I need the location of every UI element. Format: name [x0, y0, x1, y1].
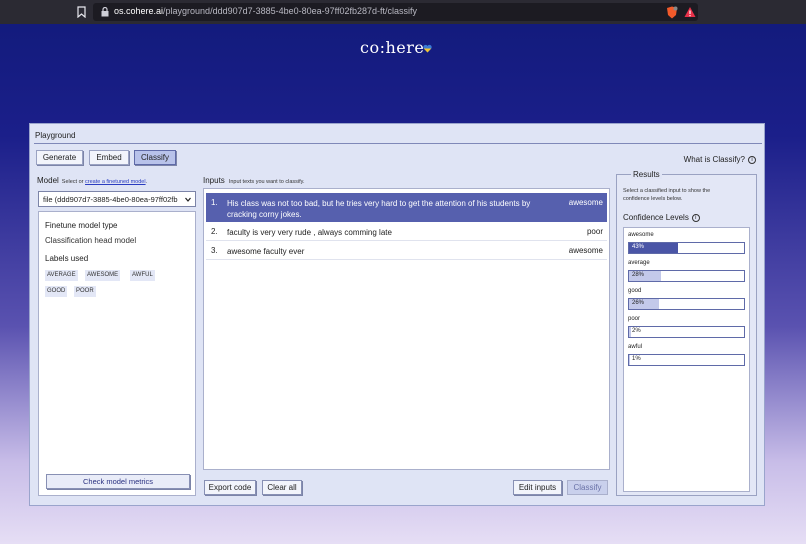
model-label: Model [37, 176, 59, 185]
model-hint: Select or create a finetuned model. [61, 179, 148, 185]
lock-icon [101, 7, 109, 17]
results-panel: Results Select a classified input to sho… [616, 170, 757, 496]
divider [34, 143, 762, 144]
labels-used-title: Labels used [45, 254, 89, 263]
info-icon[interactable]: i [691, 213, 700, 222]
confidence-levels-label: Confidence Levels [623, 213, 689, 222]
label-chip-average: AVERAGE [45, 270, 78, 281]
export-code-button[interactable]: Export code [204, 480, 256, 495]
confidence-bar-awful: 1% [628, 354, 745, 366]
row-text: His class was not too bad, but he tries … [227, 199, 531, 219]
confidence-list: awesome 43% average 28% good 26% poor 2% awful 1% [623, 227, 750, 492]
results-hint: Select a classified input to show the co… [623, 188, 711, 202]
url-text: os.cohere.ai/playground/ddd907d7-3885-4b… [114, 6, 418, 16]
row-number: 3. [211, 246, 218, 255]
confidence-bar-good: 26% [628, 298, 745, 310]
bookmark-icon[interactable] [77, 6, 86, 18]
label-chip-poor: POOR [74, 286, 96, 297]
cohere-logo: co:here [360, 38, 425, 57]
playground-panel: Playground Generate Embed Classify What … [29, 123, 765, 506]
row-text: faculty is very very rude , always commi… [227, 228, 392, 237]
inputs-hint: Input texts you want to classify. [228, 179, 305, 185]
row-label: awesome [568, 198, 603, 207]
row-number: 2. [211, 227, 218, 236]
row-label: poor [586, 227, 603, 236]
classify-button[interactable]: Classify [567, 480, 608, 495]
brave-shield-icon[interactable] [666, 6, 678, 19]
create-finetuned-model-link[interactable]: create a finetuned model [85, 179, 146, 185]
confidence-bar-fill [629, 327, 631, 337]
address-bar[interactable]: os.cohere.ai/playground/ddd907d7-3885-4b… [93, 3, 698, 21]
confidence-percent: 43% [632, 244, 645, 250]
model-header: Model Select or create a finetuned model. [37, 176, 147, 185]
rewards-triangle-icon[interactable] [684, 6, 696, 18]
input-row-1[interactable]: 1. His class was not too bad, but he tri… [206, 193, 607, 222]
clear-all-button[interactable]: Clear all [262, 480, 302, 495]
label-chip-good: GOOD [45, 286, 68, 297]
inputs-header: Inputs Input texts you want to classify. [203, 176, 305, 185]
confidence-levels-title: Confidence Levels i [623, 213, 700, 222]
label-chip-awesome: AWESOME [85, 270, 121, 281]
input-row-3[interactable]: 3. awesome faculty ever awesome [206, 241, 607, 260]
label-chip-awful: AWFUL [130, 270, 155, 281]
inputs-list: 1. His class was not too bad, but he tri… [203, 188, 610, 470]
confidence-label-poor: poor [628, 316, 641, 322]
tab-embed[interactable]: Embed [89, 150, 129, 165]
confidence-bar-fill [629, 355, 630, 365]
finetune-type-value: Classification head model [45, 236, 137, 245]
chevron-down-icon [185, 197, 191, 202]
what-is-classify-link[interactable]: What is Classify? i [684, 155, 756, 164]
model-info-card: Finetune model type Classification head … [38, 211, 196, 496]
check-model-metrics-button[interactable]: Check model metrics [46, 474, 190, 489]
browser-toolbar: os.cohere.ai/playground/ddd907d7-3885-4b… [0, 0, 806, 24]
inputs-label: Inputs [203, 176, 225, 185]
input-row-2[interactable]: 2. faculty is very very rude , always co… [206, 222, 607, 241]
model-select-value: file (ddd907d7-3885-4be0-80ea-97ff02fb [43, 195, 178, 204]
info-icon: i [748, 155, 756, 164]
confidence-percent: 26% [632, 300, 645, 306]
confidence-label-good: good [628, 288, 642, 294]
what-is-classify-label: What is Classify? [683, 155, 745, 164]
confidence-percent: 28% [632, 272, 645, 278]
confidence-label-awful: awful [628, 344, 643, 350]
results-title: Results [631, 170, 662, 179]
row-label: awesome [568, 246, 603, 255]
finetune-type-title: Finetune model type [45, 221, 118, 230]
confidence-percent: 1% [632, 356, 641, 362]
tab-generate[interactable]: Generate [36, 150, 83, 165]
row-number: 1. [211, 198, 218, 207]
confidence-percent: 2% [632, 328, 641, 334]
panel-title: Playground [35, 131, 76, 140]
confidence-bar-average: 28% [628, 270, 745, 282]
edit-inputs-button[interactable]: Edit inputs [513, 480, 562, 495]
heart-icon [423, 44, 432, 53]
model-select[interactable]: file (ddd907d7-3885-4be0-80ea-97ff02fb [38, 191, 196, 207]
tab-classify[interactable]: Classify [134, 150, 176, 165]
confidence-label-average: average [628, 260, 650, 266]
row-text: awesome faculty ever [227, 247, 305, 256]
confidence-bar-awesome: 43% [628, 242, 745, 254]
confidence-label-awesome: awesome [628, 232, 654, 238]
confidence-bar-poor: 2% [628, 326, 745, 338]
